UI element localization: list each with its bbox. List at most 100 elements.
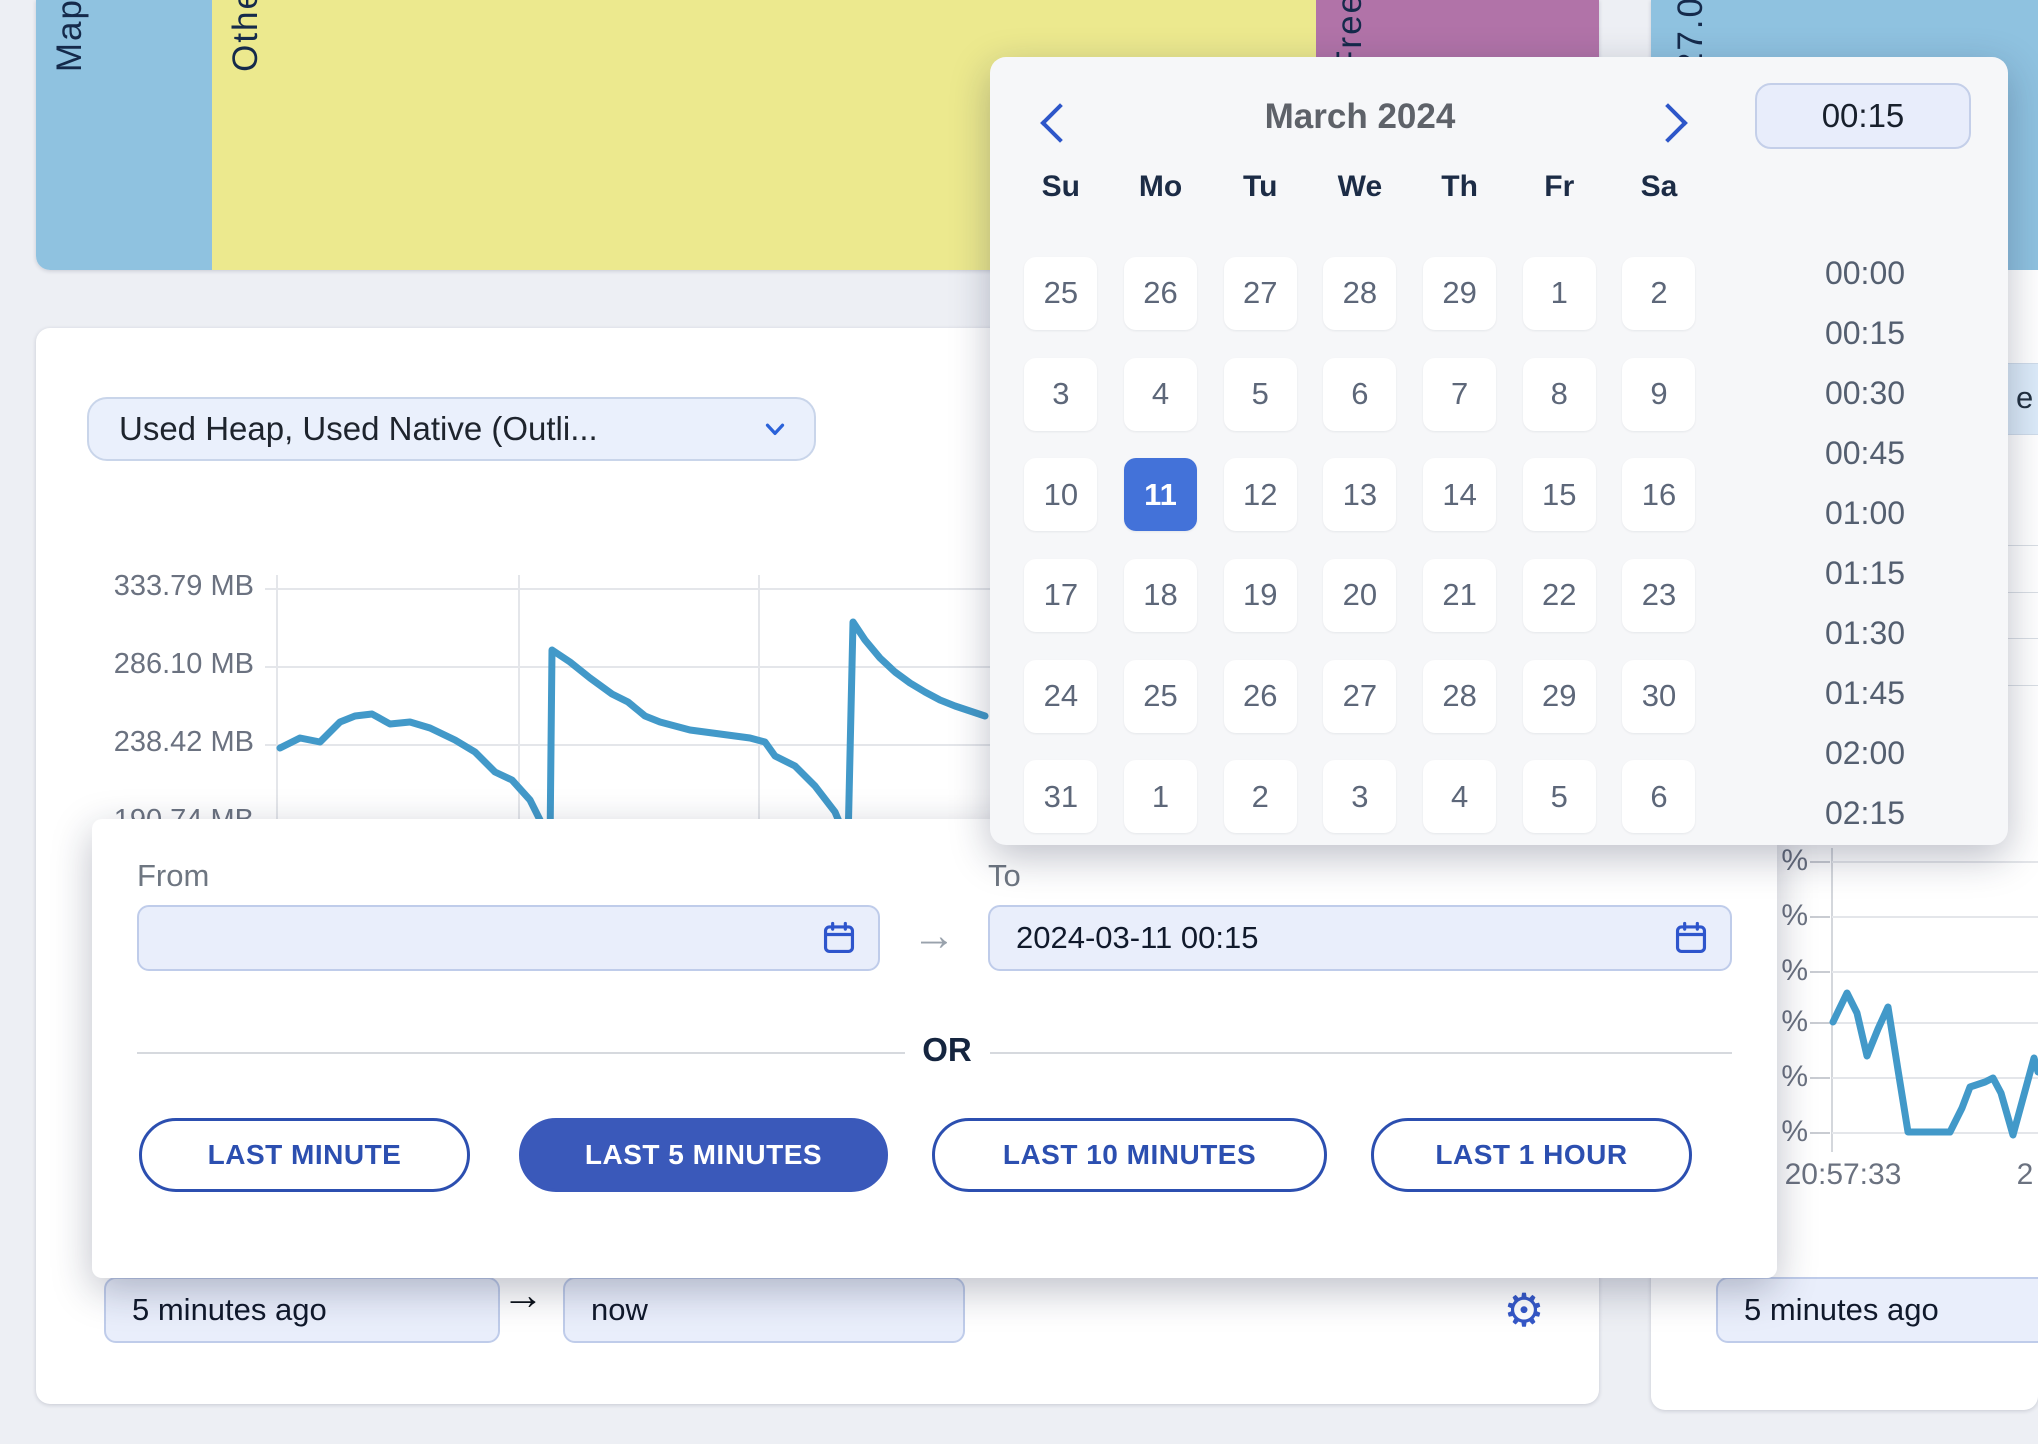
divider [990,1052,1732,1054]
time-option[interactable]: 01:00 [1790,483,1940,543]
calendar-day[interactable]: 27 [1323,660,1396,733]
calendar-month-title: March 2024 [1200,97,1520,137]
calendar-day[interactable]: 28 [1323,257,1396,330]
calendar-day[interactable]: 1 [1124,760,1197,833]
time-option[interactable]: 00:30 [1790,363,1940,423]
calendar-day[interactable]: 17 [1024,559,1097,632]
calendar-popup: March 2024 00:15 SuMoTuWeThFrSa 25262728… [990,57,2008,845]
calendar-day[interactable]: 14 [1423,458,1496,531]
calendar-day[interactable]: 26 [1124,257,1197,330]
from-datetime-input[interactable] [137,905,880,971]
calendar-day[interactable]: 12 [1224,458,1297,531]
divider [137,1052,905,1054]
time-option[interactable]: 00:00 [1790,243,1940,303]
time-option[interactable]: 00:15 [1790,303,1940,363]
y-axis-tick-label: 286.10 MB [58,648,254,681]
time-option[interactable]: 01:45 [1790,663,1940,723]
calendar-day[interactable]: 7 [1423,358,1496,431]
bar-segment-label: Map [50,0,90,72]
calendar-day[interactable]: 5 [1523,760,1596,833]
calendar-day[interactable]: 19 [1224,559,1297,632]
calendar-day[interactable]: 3 [1323,760,1396,833]
calendar-day[interactable]: 2 [1224,760,1297,833]
calendar-day[interactable]: 26 [1224,660,1297,733]
calendar-day[interactable]: 10 [1024,458,1097,531]
y-axis-tick-label: 238.42 MB [58,726,254,759]
from-quick-input[interactable]: 5 minutes ago [104,1277,500,1343]
time-range-popup: From To → 2024-03-11 00:15 OR LAST MINUT… [92,819,1777,1278]
calendar-day[interactable]: 22 [1523,559,1596,632]
page: MapOtheFree 27.0 e 5 minutes ago Used He… [0,0,2038,1444]
x-axis-tick-label: 2 [1935,1158,2038,1192]
quick-range-button[interactable]: LAST 1 HOUR [1371,1118,1692,1192]
next-month-icon[interactable] [1648,103,1688,143]
y-axis-tick-label: 333.79 MB [58,570,254,603]
calendar-icon[interactable] [1672,919,1710,957]
weekday-header: SuMoTuWeThFrSa [1011,165,1709,209]
calendar-day[interactable]: 15 [1523,458,1596,531]
series-select-value: Used Heap, Used Native (Outli... [119,410,598,448]
calendar-day[interactable]: 28 [1423,660,1496,733]
time-option[interactable]: 01:15 [1790,543,1940,603]
from-quick-value: 5 minutes ago [132,1292,327,1328]
calendar-day[interactable]: 13 [1323,458,1396,531]
weekday-label: We [1310,165,1410,209]
time-input[interactable]: 00:15 [1755,83,1971,149]
from-label: From [137,858,209,894]
quick-range-button[interactable]: LAST 5 MINUTES [519,1118,888,1192]
gear-icon[interactable]: ⚙ [1488,1274,1560,1346]
calendar-day[interactable]: 25 [1124,660,1197,733]
calendar-day[interactable]: 2 [1622,257,1695,330]
x-axis-tick-label: 20:57:33 [1753,1158,1933,1192]
calendar-day[interactable]: 25 [1024,257,1097,330]
calendar-day[interactable]: 16 [1622,458,1695,531]
to-datetime-value: 2024-03-11 00:15 [1016,920,1258,956]
calendar-day[interactable]: 24 [1024,660,1097,733]
weekday-label: Th [1410,165,1510,209]
calendar-day[interactable]: 18 [1124,559,1197,632]
right-from-value: 5 minutes ago [1744,1292,1939,1328]
calendar-day[interactable]: 5 [1224,358,1297,431]
weekday-label: Tu [1210,165,1310,209]
to-quick-value: now [591,1292,648,1328]
calendar-day[interactable]: 6 [1622,760,1695,833]
weekday-label: Sa [1609,165,1709,209]
to-label: To [988,858,1021,894]
to-datetime-input[interactable]: 2024-03-11 00:15 [988,905,1732,971]
time-option[interactable]: 02:00 [1790,723,1940,783]
weekday-label: Su [1011,165,1111,209]
time-option[interactable]: 02:15 [1790,783,1940,843]
calendar-day[interactable]: 29 [1523,660,1596,733]
calendar-day[interactable]: 20 [1323,559,1396,632]
to-quick-input[interactable]: now [563,1277,965,1343]
calendar-day[interactable]: 8 [1523,358,1596,431]
calendar-day[interactable]: 29 [1423,257,1496,330]
calendar-day[interactable]: 1 [1523,257,1596,330]
quick-range-button[interactable]: LAST 10 MINUTES [932,1118,1327,1192]
time-option[interactable]: 00:45 [1790,423,1940,483]
calendar-day[interactable]: 21 [1423,559,1496,632]
calendar-icon[interactable] [820,919,858,957]
calendar-day[interactable]: 4 [1423,760,1496,833]
calendar-day[interactable]: 3 [1024,358,1097,431]
bar-segment: Map [36,0,212,270]
time-option[interactable]: 01:30 [1790,603,1940,663]
chevron-down-icon [760,414,790,444]
calendar-day[interactable]: 31 [1024,760,1097,833]
bar-segment-label: Othe [226,0,266,72]
right-from-input[interactable]: 5 minutes ago [1716,1277,2038,1343]
calendar-day[interactable]: 23 [1622,559,1695,632]
calendar-day[interactable]: 30 [1622,660,1695,733]
legend-row-text: e [2016,380,2033,416]
calendar-day[interactable]: 11 [1124,458,1197,531]
time-option-list: 00:0000:1500:3000:4501:0001:1501:3001:45… [1790,243,1940,843]
calendar-day[interactable]: 9 [1622,358,1695,431]
arrow-right-icon: → [502,1271,544,1319]
calendar-day[interactable]: 27 [1224,257,1297,330]
calendar-grid: 2526272829123456789101112131415161718192… [1011,243,1709,845]
calendar-day[interactable]: 4 [1124,358,1197,431]
calendar-day[interactable]: 6 [1323,358,1396,431]
series-select[interactable]: Used Heap, Used Native (Outli... [87,397,816,461]
quick-range-button[interactable]: LAST MINUTE [139,1118,470,1192]
previous-month-icon[interactable] [1040,103,1080,143]
